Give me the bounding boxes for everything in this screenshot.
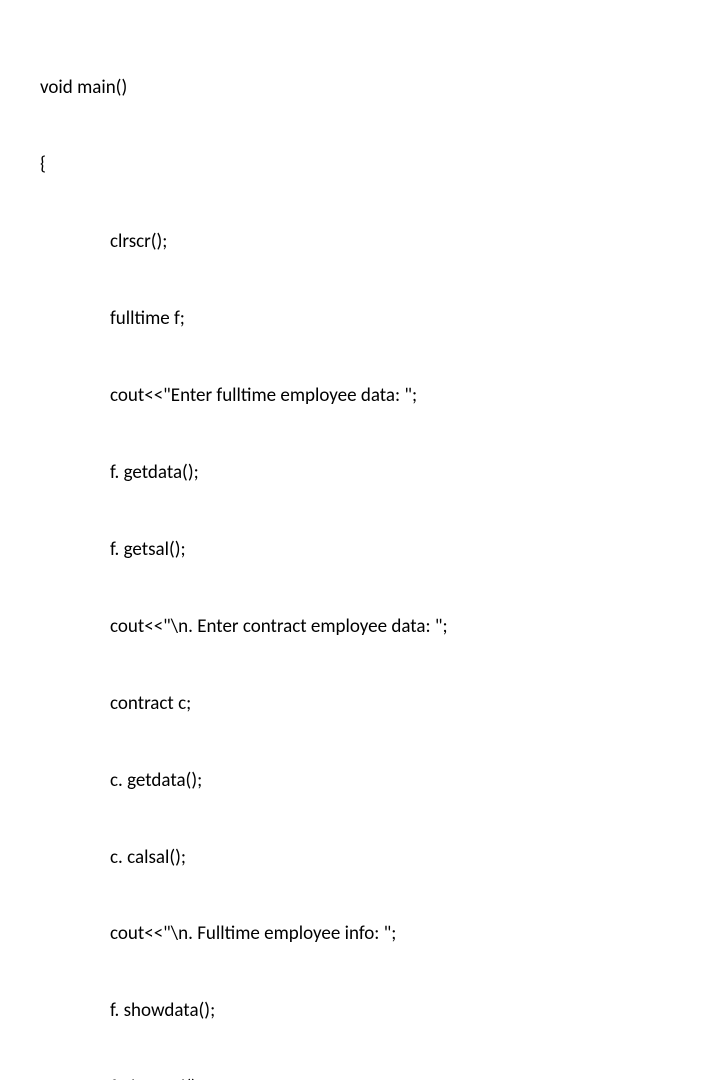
code-line: contract c;	[40, 691, 720, 717]
code-line: void main()	[40, 75, 720, 101]
code-line: cout<<"\n. Enter contract employee data:…	[40, 614, 720, 640]
slide: void main() { clrscr(); fulltime f; cout…	[0, 0, 720, 540]
code-line: {	[40, 152, 720, 178]
code-line: cout<<"\n. Fulltime employee info: ";	[40, 921, 720, 947]
code-line: f. showsal();	[40, 1075, 720, 1080]
code-block: void main() { clrscr(); fulltime f; cout…	[40, 24, 720, 1080]
code-line: clrscr();	[40, 229, 720, 255]
code-line: fulltime f;	[40, 306, 720, 332]
code-line: c. calsal();	[40, 845, 720, 871]
code-line: f. getdata();	[40, 460, 720, 486]
code-line: cout<<"Enter fulltime employee data: ";	[40, 383, 720, 409]
code-line: f. getsal();	[40, 537, 720, 563]
code-line: f. showdata();	[40, 998, 720, 1024]
code-line: c. getdata();	[40, 768, 720, 794]
